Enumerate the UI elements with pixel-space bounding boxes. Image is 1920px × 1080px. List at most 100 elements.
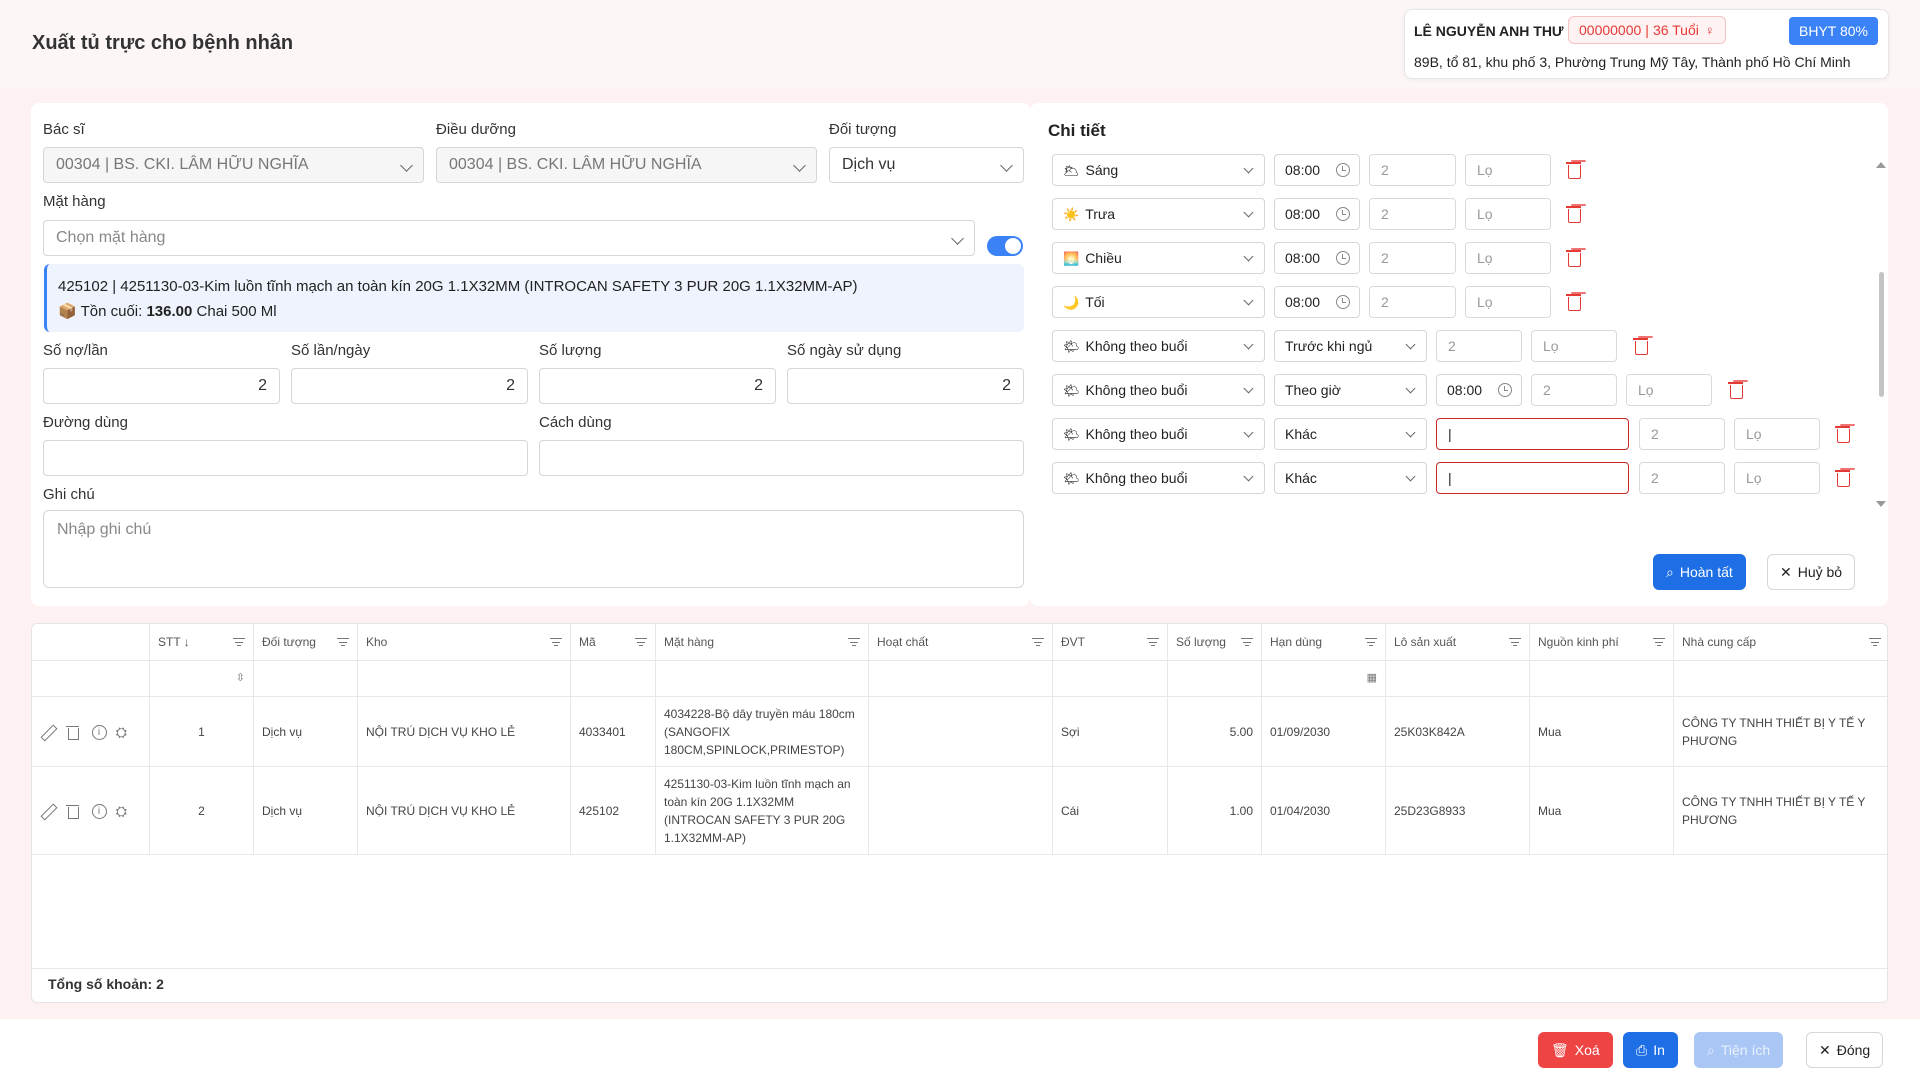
qty-input[interactable]: 2 [1639,418,1725,450]
table-header-stt[interactable]: STT ↓ [150,624,254,661]
pharmacy-icon[interactable] [116,722,131,743]
filter-cell[interactable] [358,661,571,697]
lot-input[interactable]: Lọ [1465,198,1551,230]
time-picker[interactable]: 08:00 [1274,286,1360,318]
session-select[interactable]: 🌤 Không theo buổi [1052,462,1265,494]
object-select[interactable]: Dịch vụ [829,147,1024,183]
scroll-down-arrow[interactable] [1876,501,1886,507]
filter-icon[interactable] [1241,638,1253,647]
time-picker[interactable]: 08:00 [1274,242,1360,274]
filter-icon[interactable] [550,638,562,647]
table-header-code[interactable]: Mã [571,624,656,661]
dose-input[interactable]: 2 [43,368,280,404]
filter-icon[interactable] [1509,638,1521,647]
item-toggle[interactable] [987,236,1023,256]
item-select[interactable]: Chọn mặt hàng [43,220,975,256]
pharmacy-icon[interactable] [116,801,131,822]
utility-button[interactable]: ⌕ Tiện ích [1694,1032,1784,1068]
table-header-expiry[interactable]: Hạn dùng [1262,624,1386,661]
calendar-icon[interactable]: ▦ [1367,671,1377,684]
print-button[interactable]: ⎙ In [1623,1032,1678,1068]
filter-cell[interactable] [1053,661,1168,697]
delete-button[interactable]: 🗑 Xoá [1538,1032,1613,1068]
filter-cell-stt[interactable]: ⇳ [150,661,254,697]
lot-input[interactable]: Lọ [1734,418,1820,450]
lot-input[interactable]: Lọ [1465,242,1551,274]
lot-input[interactable]: Lọ [1734,462,1820,494]
qty-input[interactable]: 2 [1369,154,1456,186]
table-header-funding[interactable]: Nguồn kinh phí [1530,624,1674,661]
lot-input[interactable]: Lọ [1531,330,1617,362]
trash-icon[interactable] [1728,381,1744,399]
table-header-object[interactable]: Đối tượng [254,624,358,661]
filter-icon[interactable] [848,638,860,647]
table-header-unit[interactable]: ĐVT [1053,624,1168,661]
route-input[interactable] [43,440,528,476]
info-icon[interactable] [91,803,107,819]
table-header-item[interactable]: Mặt hàng [656,624,869,661]
filter-cell[interactable] [1168,661,1262,697]
filter-icon[interactable] [1365,638,1377,647]
table-header-lot[interactable]: Lô sản xuất [1386,624,1530,661]
filter-icon[interactable] [233,638,245,647]
trash-icon[interactable] [1566,249,1582,267]
note-textarea[interactable]: Nhập ghi chú [43,510,1024,588]
qty-input[interactable]: 2 [1369,242,1456,274]
time-picker[interactable]: 08:00 [1436,374,1522,406]
nurse-select[interactable]: 00304 | BS. CKI. LÂM HỮU NGHĨA [436,147,817,183]
filter-cell[interactable] [1386,661,1530,697]
edit-icon[interactable] [40,724,55,740]
trash-icon[interactable] [1835,425,1851,443]
mode-select[interactable]: Theo giờ [1274,374,1427,406]
filter-icon[interactable] [1653,638,1665,647]
lot-input[interactable]: Lọ [1626,374,1712,406]
delete-icon[interactable] [65,724,80,740]
other-text-input[interactable]: | [1436,462,1629,494]
qty-input[interactable]: 2 [1436,330,1522,362]
delete-icon[interactable] [65,803,80,819]
filter-cell-expiry[interactable]: ▦ [1262,661,1386,697]
table-header-warehouse[interactable]: Kho [358,624,571,661]
filter-icon[interactable] [337,638,349,647]
qty-input[interactable]: 2 [539,368,776,404]
filter-cell[interactable] [1530,661,1674,697]
session-select[interactable]: 🌤 Không theo buổi [1052,330,1265,362]
trash-icon[interactable] [1566,205,1582,223]
trash-icon[interactable] [1566,161,1582,179]
close-button[interactable]: ✕ Đóng [1806,1032,1884,1068]
table-header-qty[interactable]: Số lượng [1168,624,1262,661]
scroll-up-arrow[interactable] [1876,162,1886,168]
qty-input[interactable]: 2 [1369,286,1456,318]
session-select[interactable]: 🌥 Sáng [1052,154,1265,186]
edit-icon[interactable] [40,803,55,819]
info-icon[interactable] [91,724,107,740]
times-input[interactable]: 2 [291,368,528,404]
filter-cell[interactable] [254,661,358,697]
trash-icon[interactable] [1566,293,1582,311]
sort-down-icon[interactable]: ↓ [184,635,190,649]
complete-button[interactable]: ⌕ Hoàn tất [1653,554,1746,590]
qty-input[interactable]: 2 [1639,462,1725,494]
filter-icon[interactable] [635,638,647,647]
lot-input[interactable]: Lọ [1465,286,1551,318]
days-input[interactable]: 2 [787,368,1024,404]
session-select[interactable]: 🌤 Không theo buổi [1052,374,1265,406]
sort-updown-icon[interactable]: ⇳ [236,671,245,684]
filter-icon[interactable] [1869,638,1881,647]
lot-input[interactable]: Lọ [1465,154,1551,186]
usage-input[interactable] [539,440,1024,476]
other-text-input[interactable]: | [1436,418,1629,450]
filter-icon[interactable] [1147,638,1159,647]
qty-input[interactable]: 2 [1531,374,1617,406]
time-picker[interactable]: 08:00 [1274,198,1360,230]
trash-icon[interactable] [1835,469,1851,487]
cancel-button[interactable]: ✕ Huỷ bỏ [1767,554,1856,590]
session-select[interactable]: 🌙 Tối [1052,286,1265,318]
filter-cell[interactable] [869,661,1053,697]
filter-icon[interactable] [1032,638,1044,647]
scrollbar-thumb[interactable] [1879,272,1884,397]
time-picker[interactable]: 08:00 [1274,154,1360,186]
doctor-select[interactable]: 00304 | BS. CKI. LÂM HỮU NGHĨA [43,147,424,183]
table-header-active[interactable]: Hoạt chất [869,624,1053,661]
session-select[interactable]: 🌤 Không theo buổi [1052,418,1265,450]
